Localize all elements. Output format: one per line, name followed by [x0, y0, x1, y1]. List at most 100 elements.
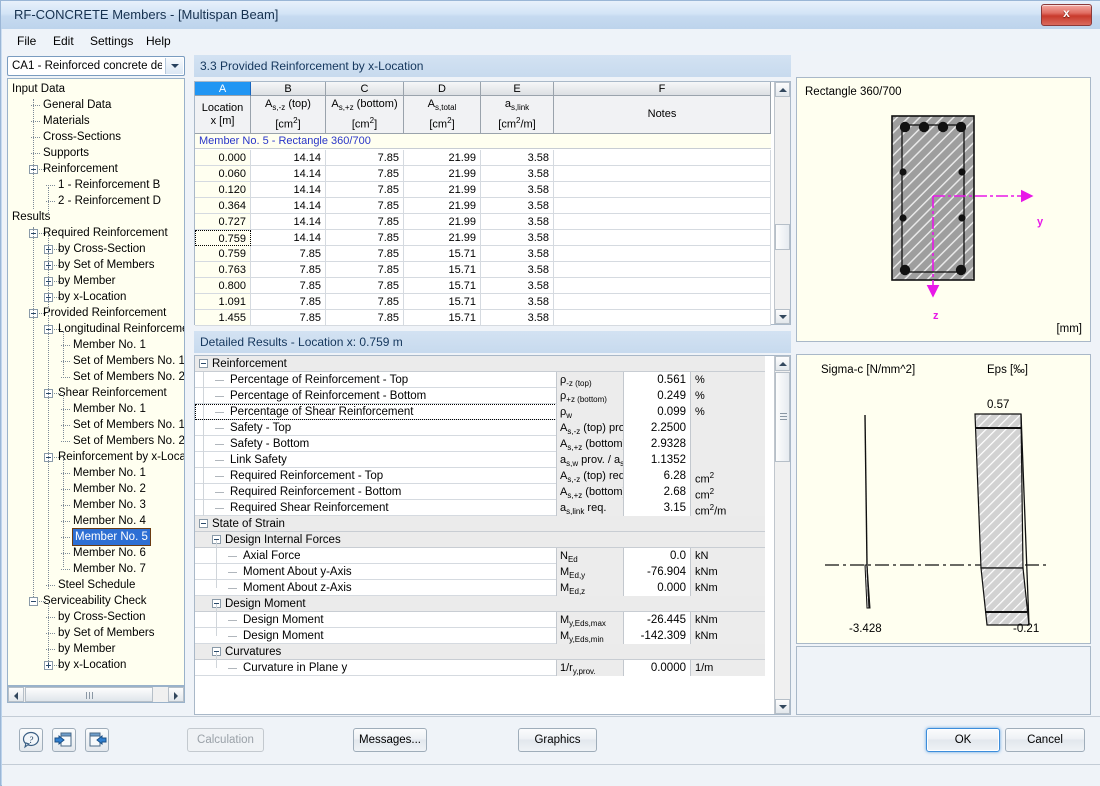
scroll-right-button[interactable]	[168, 687, 184, 702]
table-cell[interactable]: 21.99	[404, 214, 481, 230]
tree-item[interactable]: by Cross-Section	[8, 609, 184, 625]
table-cell[interactable]: 21.99	[404, 230, 481, 246]
table-cell[interactable]	[554, 182, 771, 198]
table-cell[interactable]	[554, 262, 771, 278]
details-row[interactable]: Reinforcement	[195, 356, 765, 372]
navigator-tree[interactable]: Input Data General Data Materials Cross-Sec…	[7, 78, 185, 686]
table-row[interactable]: 0.759 7.85 7.85 15.71 3.58	[195, 246, 771, 262]
table-row[interactable]: 1.091 7.85 7.85 15.71 3.58	[195, 294, 771, 310]
table-cell[interactable]: 0.759	[195, 246, 251, 262]
table-cell[interactable]	[554, 230, 771, 246]
table-cell[interactable]: 7.85	[326, 294, 404, 310]
table-cell[interactable]: 0.763	[195, 262, 251, 278]
table-cell[interactable]: 1.455	[195, 310, 251, 326]
next-button[interactable]	[85, 728, 109, 752]
table-cell[interactable]: 7.85	[251, 294, 326, 310]
table-row[interactable]: 0.800 7.85 7.85 15.71 3.58	[195, 278, 771, 294]
table-cell[interactable]: 7.85	[326, 246, 404, 262]
column-header-e[interactable]: E	[481, 82, 554, 96]
menu-item-help[interactable]: Help	[141, 33, 176, 49]
tree-item[interactable]: by Member	[8, 641, 184, 657]
table-cell[interactable]: 7.85	[326, 182, 404, 198]
table-cell[interactable]: 3.58	[481, 182, 554, 198]
table-cell[interactable]: 3.58	[481, 214, 554, 230]
details-row-value[interactable]: 0.099	[624, 404, 691, 420]
table-cell[interactable]	[554, 310, 771, 326]
table-row[interactable]: 0.000 14.14 7.85 21.99 3.58	[195, 150, 771, 166]
collapse-icon[interactable]	[29, 597, 38, 606]
details-row[interactable]: Percentage of Reinforcement - Bottom ρ+z …	[195, 388, 765, 404]
table-cell[interactable]: 3.58	[481, 310, 554, 326]
table-cell[interactable]: 0.800	[195, 278, 251, 294]
table-row[interactable]: 0.060 14.14 7.85 21.99 3.58	[195, 166, 771, 182]
details-row[interactable]: Moment About y-Axis MEd,y -76.904 kNm	[195, 564, 765, 580]
column-header-d[interactable]: D	[404, 82, 481, 96]
ok-button[interactable]: OK	[926, 728, 1000, 752]
table-cell[interactable]: 7.85	[251, 262, 326, 278]
scroll-down-button[interactable]	[775, 309, 790, 324]
table-cell[interactable]: 7.85	[326, 278, 404, 294]
scroll-up-button[interactable]	[775, 82, 790, 97]
scroll-left-button[interactable]	[8, 687, 24, 702]
scrollbar-thumb[interactable]	[25, 687, 153, 702]
cancel-button[interactable]: Cancel	[1005, 728, 1085, 752]
column-header-f[interactable]: F	[554, 82, 771, 96]
details-row-value[interactable]: 0.000	[624, 580, 691, 596]
details-row-value[interactable]: 2.68	[624, 484, 691, 500]
details-row[interactable]: Moment About z-Axis MEd,z 0.000 kNm	[195, 580, 765, 596]
table-cell[interactable]: 15.71	[404, 278, 481, 294]
table-cell[interactable]: 3.58	[481, 278, 554, 294]
close-button[interactable]: x	[1041, 4, 1092, 26]
details-row[interactable]: Safety - Bottom As,+z (bottom) p2.9328	[195, 436, 765, 452]
cross-section-view[interactable]: Rectangle 360/700 y z [mm]	[796, 77, 1091, 342]
table-cell[interactable]: 3.58	[481, 166, 554, 182]
graphics-button[interactable]: Graphics	[518, 728, 597, 752]
details-row[interactable]: Percentage of Reinforcement - Top ρ-z (to…	[195, 372, 765, 388]
table-cell[interactable]: 3.58	[481, 246, 554, 262]
table-cell[interactable]	[554, 278, 771, 294]
table-cell[interactable]: 14.14	[251, 198, 326, 214]
tree-item[interactable]: Input Data	[8, 81, 184, 97]
details-row[interactable]: State of Strain	[195, 516, 765, 532]
details-row[interactable]: Curvature in Plane y 1/ry,prov. 0.0000 1/m	[195, 660, 765, 676]
table-cell[interactable]: 0.000	[195, 150, 251, 166]
details-row-value[interactable]: 0.0	[624, 548, 691, 564]
details-row[interactable]: Axial Force NEd 0.0 kN	[195, 548, 765, 564]
table-cell[interactable]: 14.14	[251, 150, 326, 166]
column-header-b[interactable]: B	[251, 82, 326, 96]
table-cell[interactable]	[554, 198, 771, 214]
details-row[interactable]: Design Moment	[195, 596, 765, 612]
table-cell[interactable]: 7.85	[326, 230, 404, 246]
table-cell[interactable]: 15.71	[404, 294, 481, 310]
table-cell[interactable]: 0.364	[195, 198, 251, 214]
table-row[interactable]: 1.455 7.85 7.85 15.71 3.58	[195, 310, 771, 326]
tree-item[interactable]: by x-Location	[8, 657, 184, 673]
details-row-value[interactable]: -26.445	[624, 612, 691, 628]
table-cell[interactable]: 21.99	[404, 182, 481, 198]
details-row-value[interactable]: 2.9328	[624, 436, 691, 452]
scrollbar-thumb[interactable]	[775, 372, 790, 462]
table-cell[interactable]: 7.85	[251, 278, 326, 294]
detailed-results-table[interactable]: Reinforcement Percentage of Reinforcement…	[194, 355, 791, 715]
details-row-value[interactable]: 0.249	[624, 388, 691, 404]
table-cell[interactable]: 7.85	[326, 166, 404, 182]
table-cell[interactable]: 0.060	[195, 166, 251, 182]
details-vertical-scrollbar[interactable]	[774, 356, 790, 714]
details-row-value[interactable]: -142.309	[624, 628, 691, 644]
table-cell[interactable]	[554, 294, 771, 310]
menu-item-settings[interactable]: Settings	[85, 33, 138, 49]
table-cell[interactable]	[554, 150, 771, 166]
column-header-a[interactable]: A	[195, 82, 251, 96]
details-row-value[interactable]: 3.15	[624, 500, 691, 516]
table-cell[interactable]: 14.14	[251, 182, 326, 198]
table-cell[interactable]: 1.091	[195, 294, 251, 310]
table-cell[interactable]: 21.99	[404, 198, 481, 214]
details-row-value[interactable]: 1.1352	[624, 452, 691, 468]
calculation-button[interactable]: Calculation	[187, 728, 264, 752]
details-row-value[interactable]: 2.2500	[624, 420, 691, 436]
details-row-value[interactable]: 6.28	[624, 468, 691, 484]
table-vertical-scrollbar[interactable]	[774, 82, 790, 324]
details-row-value[interactable]: -76.904	[624, 564, 691, 580]
table-cell[interactable]	[554, 166, 771, 182]
table-cell[interactable]	[554, 214, 771, 230]
